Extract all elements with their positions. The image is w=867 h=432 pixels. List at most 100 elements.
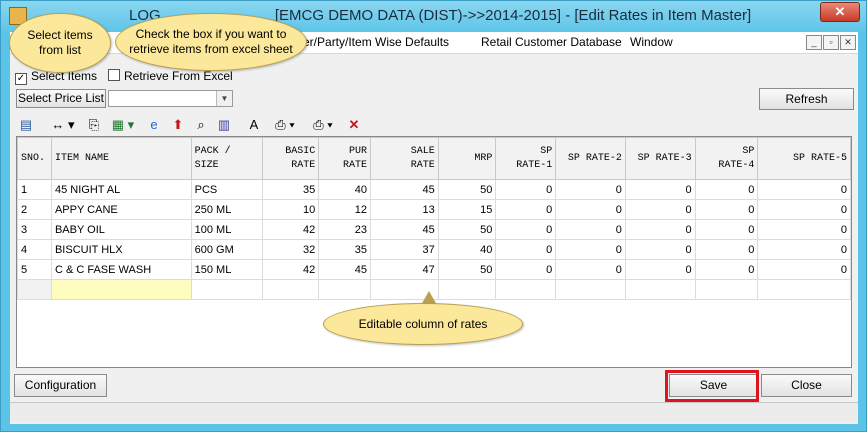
column-header-sno[interactable]: SNO. — [17, 137, 52, 180]
select-price-list-button[interactable]: Select Price List — [16, 89, 106, 108]
selected-cell-item-name[interactable] — [50, 279, 192, 300]
cell-pur-rate[interactable]: 45 — [318, 259, 372, 280]
retrieve-excel-checkbox[interactable]: Retrieve From Excel — [108, 69, 233, 83]
cell-sp-rate-4[interactable] — [694, 279, 759, 300]
cell-item-name[interactable]: APPY CANE — [50, 199, 192, 220]
column-header-sp-rate-5[interactable]: SP RATE-5 — [757, 137, 851, 180]
cell-pack-size[interactable] — [190, 279, 264, 300]
cell-sp-rate-5[interactable]: 0 — [757, 219, 851, 240]
text-style-icon[interactable]: A — [246, 116, 262, 133]
browser-icon[interactable]: e — [146, 116, 162, 133]
cell-sp-rate-1[interactable]: 0 — [495, 199, 557, 220]
delete-icon[interactable]: ✕ — [346, 116, 362, 133]
cell-item-name[interactable]: C & C FASE WASH — [50, 259, 192, 280]
column-header-sp-rate-2[interactable]: SP RATE-2 — [555, 137, 626, 180]
column-header-sp-rate-4[interactable]: SP RATE-4 — [694, 137, 759, 180]
cell-pur-rate[interactable]: 12 — [318, 199, 372, 220]
cell-sale-rate[interactable]: 45 — [370, 219, 439, 240]
resize-columns-icon[interactable]: ↔ ▾ — [46, 116, 80, 133]
cell-sp-rate-4[interactable]: 0 — [694, 219, 759, 240]
cell-sp-rate-2[interactable]: 0 — [555, 219, 626, 240]
refresh-button[interactable]: Refresh — [759, 88, 854, 110]
cell-sp-rate-1[interactable]: 0 — [495, 219, 557, 240]
cell-sp-rate-1[interactable]: 0 — [495, 259, 557, 280]
cell-sp-rate-5[interactable]: 0 — [757, 199, 851, 220]
cell-sp-rate-3[interactable]: 0 — [624, 179, 696, 200]
table-row[interactable]: 2 APPY CANE 250 ML 10 12 13 15 0 0 0 0 0 — [17, 199, 851, 220]
cell-pack-size[interactable]: 250 ML — [190, 199, 264, 220]
cell-pack-size[interactable]: 150 ML — [190, 259, 264, 280]
cell-sp-rate-5[interactable] — [757, 279, 851, 300]
cell-pur-rate[interactable]: 35 — [318, 239, 372, 260]
cell-sp-rate-3[interactable] — [624, 279, 696, 300]
find-icon[interactable]: ⌕ — [192, 116, 210, 133]
cell-sp-rate-3[interactable]: 0 — [624, 219, 696, 240]
cell-mrp[interactable]: 50 — [437, 259, 497, 280]
cell-item-name[interactable]: BISCUIT HLX — [50, 239, 192, 260]
cell-basic-rate[interactable]: 42 — [262, 259, 320, 280]
cell-sno[interactable]: 1 — [17, 179, 52, 200]
column-header-item-name[interactable]: ITEM NAME — [50, 137, 192, 180]
table-row[interactable]: 3 BABY OIL 100 ML 42 23 45 50 0 0 0 0 0 — [17, 219, 851, 240]
column-header-pur-rate[interactable]: PUR RATE — [318, 137, 372, 180]
cell-sp-rate-4[interactable]: 0 — [694, 259, 759, 280]
close-button[interactable]: Close — [761, 374, 852, 397]
print-preview-icon[interactable]: ⎙ ▾ — [268, 116, 302, 133]
column-header-sp-rate-1[interactable]: SP RATE-1 — [495, 137, 557, 180]
column-header-sp-rate-3[interactable]: SP RATE-3 — [624, 137, 696, 180]
cell-sno[interactable]: 2 — [17, 199, 52, 220]
cell-sno[interactable] — [17, 279, 52, 300]
cell-basic-rate[interactable]: 32 — [262, 239, 320, 260]
cell-sp-rate-5[interactable]: 0 — [757, 179, 851, 200]
cell-sp-rate-5[interactable]: 0 — [757, 259, 851, 280]
cell-sp-rate-2[interactable]: 0 — [555, 179, 626, 200]
mdi-close-icon[interactable]: ✕ — [840, 35, 856, 50]
configuration-button[interactable]: Configuration — [14, 374, 107, 397]
table-row[interactable]: 4 BISCUIT HLX 600 GM 32 35 37 40 0 0 0 0 0 — [17, 239, 851, 260]
cell-sp-rate-2[interactable]: 0 — [555, 199, 626, 220]
cell-pack-size[interactable]: 600 GM — [190, 239, 264, 260]
column-header-pack-size[interactable]: PACK / SIZE — [190, 137, 264, 180]
cell-item-name[interactable]: BABY OIL — [50, 219, 192, 240]
cell-sno[interactable]: 3 — [17, 219, 52, 240]
cell-mrp[interactable]: 50 — [437, 179, 497, 200]
cell-pack-size[interactable]: PCS — [190, 179, 264, 200]
cell-sale-rate[interactable]: 13 — [370, 199, 439, 220]
cell-sp-rate-4[interactable]: 0 — [694, 239, 759, 260]
cell-sale-rate[interactable]: 37 — [370, 239, 439, 260]
column-header-mrp[interactable]: MRP — [437, 137, 497, 180]
chevron-down-icon[interactable]: ▼ — [216, 91, 232, 106]
cell-sp-rate-3[interactable]: 0 — [624, 199, 696, 220]
cell-sno[interactable]: 5 — [17, 259, 52, 280]
cell-sale-rate[interactable]: 45 — [370, 179, 439, 200]
cell-mrp[interactable] — [437, 279, 497, 300]
menu-item-window[interactable]: Window — [630, 35, 673, 49]
mdi-restore-icon[interactable]: ▫ — [823, 35, 839, 50]
cell-sp-rate-3[interactable]: 0 — [624, 259, 696, 280]
cell-sp-rate-1[interactable]: 0 — [495, 179, 557, 200]
cell-sp-rate-2[interactable]: 0 — [555, 259, 626, 280]
column-header-sale-rate[interactable]: SALE RATE — [370, 137, 439, 180]
menu-item-defaults[interactable]: plier/Party/Item Wise Defaults — [291, 35, 449, 49]
cell-sp-rate-1[interactable] — [495, 279, 557, 300]
cell-sno[interactable]: 4 — [17, 239, 52, 260]
window-close-button[interactable]: ✕ — [820, 2, 860, 22]
cell-pur-rate[interactable]: 23 — [318, 219, 372, 240]
cell-sp-rate-2[interactable] — [555, 279, 626, 300]
cell-pur-rate[interactable] — [318, 279, 372, 300]
cell-basic-rate[interactable]: 35 — [262, 179, 320, 200]
cell-sp-rate-2[interactable]: 0 — [555, 239, 626, 260]
table-row[interactable]: 5C & C FASE WASH 150 ML 42 45 47 50 0 0 0 0 0 — [17, 259, 851, 280]
cell-basic-rate[interactable] — [262, 279, 320, 300]
cell-sp-rate-3[interactable]: 0 — [624, 239, 696, 260]
menu-item-retail-customer[interactable]: Retail Customer Database — [481, 35, 622, 49]
cell-basic-rate[interactable]: 10 — [262, 199, 320, 220]
cell-sp-rate-5[interactable]: 0 — [757, 239, 851, 260]
table-row[interactable]: 1 45 NIGHT AL PCS 35 40 45 50 0 0 0 0 0 — [17, 179, 851, 200]
cell-mrp[interactable]: 15 — [437, 199, 497, 220]
cell-pur-rate[interactable]: 40 — [318, 179, 372, 200]
up-arrow-icon[interactable]: ⬆ — [170, 116, 186, 133]
mdi-minimize-icon[interactable]: _ — [806, 35, 822, 50]
price-list-combo[interactable]: ▼ — [108, 90, 233, 107]
cell-sp-rate-4[interactable]: 0 — [694, 199, 759, 220]
